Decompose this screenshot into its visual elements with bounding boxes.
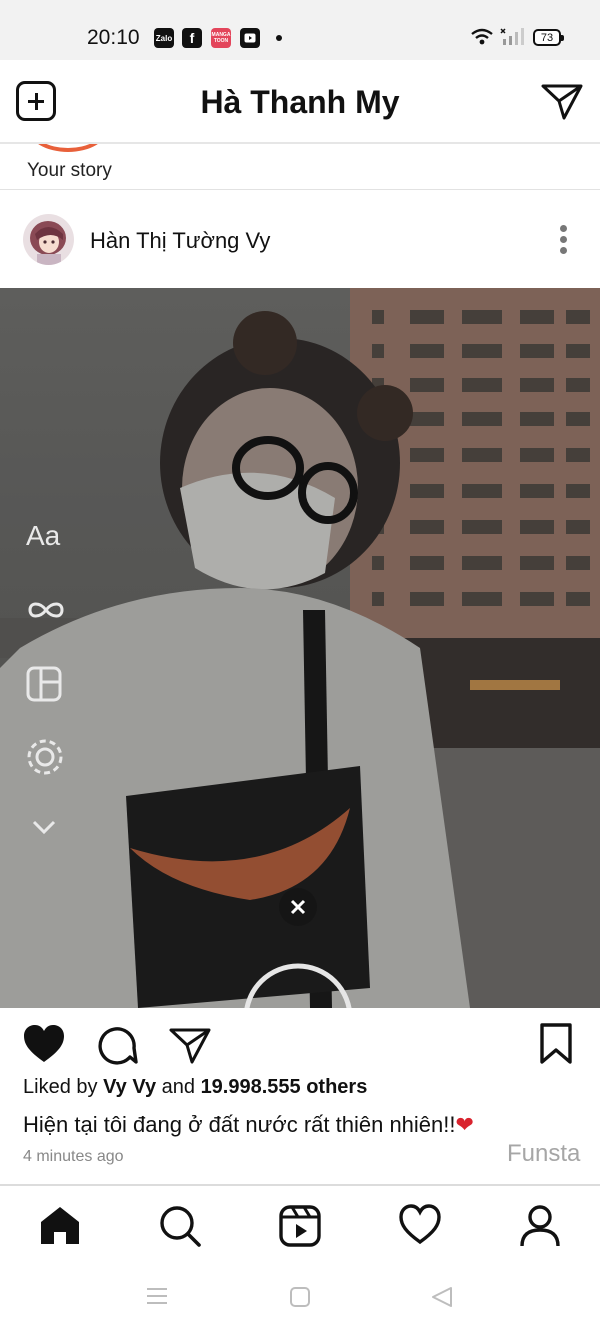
mangatoon-app-icon: MANGA TOON bbox=[211, 28, 231, 48]
post-author-avatar[interactable] bbox=[23, 214, 74, 265]
bookmark-icon[interactable] bbox=[538, 1022, 574, 1066]
system-nav bbox=[0, 1264, 600, 1333]
more-options-icon[interactable] bbox=[556, 225, 570, 255]
post-photo[interactable]: Aa bbox=[0, 288, 600, 1008]
post-actions: Liked by Vy Vy and 19.998.555 others Hiệ… bbox=[0, 1008, 600, 1184]
profile-icon[interactable] bbox=[518, 1204, 562, 1248]
close-icon[interactable] bbox=[279, 888, 317, 926]
likes-count[interactable]: 19.998.555 others bbox=[201, 1076, 368, 1098]
page-title: Hà Thanh My bbox=[200, 84, 400, 120]
infinity-icon[interactable] bbox=[26, 600, 66, 620]
play-app-icon bbox=[240, 28, 260, 48]
post-timestamp: 4 minutes ago bbox=[23, 1148, 124, 1165]
your-story-label[interactable]: Your story bbox=[27, 160, 112, 182]
caption-text: Hiện tại tôi đang ở đất nước rất thiên n… bbox=[23, 1112, 456, 1137]
chevron-down-icon[interactable] bbox=[26, 818, 62, 838]
home-icon[interactable] bbox=[38, 1204, 82, 1246]
heart-icon[interactable] bbox=[398, 1204, 442, 1246]
status-time: 20:10 bbox=[87, 26, 140, 49]
liked-by-user[interactable]: Vy Vy bbox=[103, 1076, 156, 1098]
direct-message-icon[interactable] bbox=[540, 82, 584, 122]
heart-emoji: ❤ bbox=[455, 1112, 474, 1137]
focus-icon[interactable] bbox=[26, 738, 64, 776]
reels-icon[interactable] bbox=[278, 1204, 322, 1248]
zalo-app-icon: Zalo bbox=[154, 28, 174, 48]
battery-indicator: 73 bbox=[533, 29, 564, 46]
post-caption: Hiện tại tôi đang ở đất nước rất thiên n… bbox=[23, 1112, 474, 1138]
home-square-icon[interactable] bbox=[289, 1286, 311, 1308]
story-strip: Your story bbox=[0, 144, 600, 190]
like-heart-icon[interactable] bbox=[22, 1024, 66, 1064]
post-header: Hàn Thị Tường Vy bbox=[0, 190, 600, 288]
comment-icon[interactable] bbox=[96, 1024, 138, 1066]
post-author-name[interactable]: Hàn Thị Tường Vy bbox=[90, 228, 270, 254]
status-bar: 20:10 Zalo f MANGA TOON 73 bbox=[0, 0, 600, 60]
app-bar: Hà Thanh My bbox=[0, 60, 600, 144]
wifi-icon bbox=[471, 28, 493, 45]
likes-summary[interactable]: Liked by Vy Vy and 19.998.555 others bbox=[23, 1076, 367, 1099]
menu-icon[interactable] bbox=[146, 1286, 168, 1306]
notification-dot bbox=[276, 35, 282, 41]
watermark: Funsta bbox=[507, 1140, 581, 1167]
likes-prefix: Liked by bbox=[23, 1076, 98, 1098]
signal-icon bbox=[500, 28, 524, 45]
layout-icon[interactable] bbox=[26, 666, 62, 702]
facebook-app-icon: f bbox=[182, 28, 202, 48]
text-tool-button[interactable]: Aa bbox=[26, 520, 60, 552]
bottom-nav bbox=[0, 1184, 600, 1264]
search-icon[interactable] bbox=[158, 1204, 202, 1248]
back-icon[interactable] bbox=[430, 1286, 454, 1308]
likes-joiner: and bbox=[161, 1076, 195, 1098]
your-story-avatar[interactable] bbox=[28, 144, 108, 152]
share-icon[interactable] bbox=[168, 1026, 212, 1066]
